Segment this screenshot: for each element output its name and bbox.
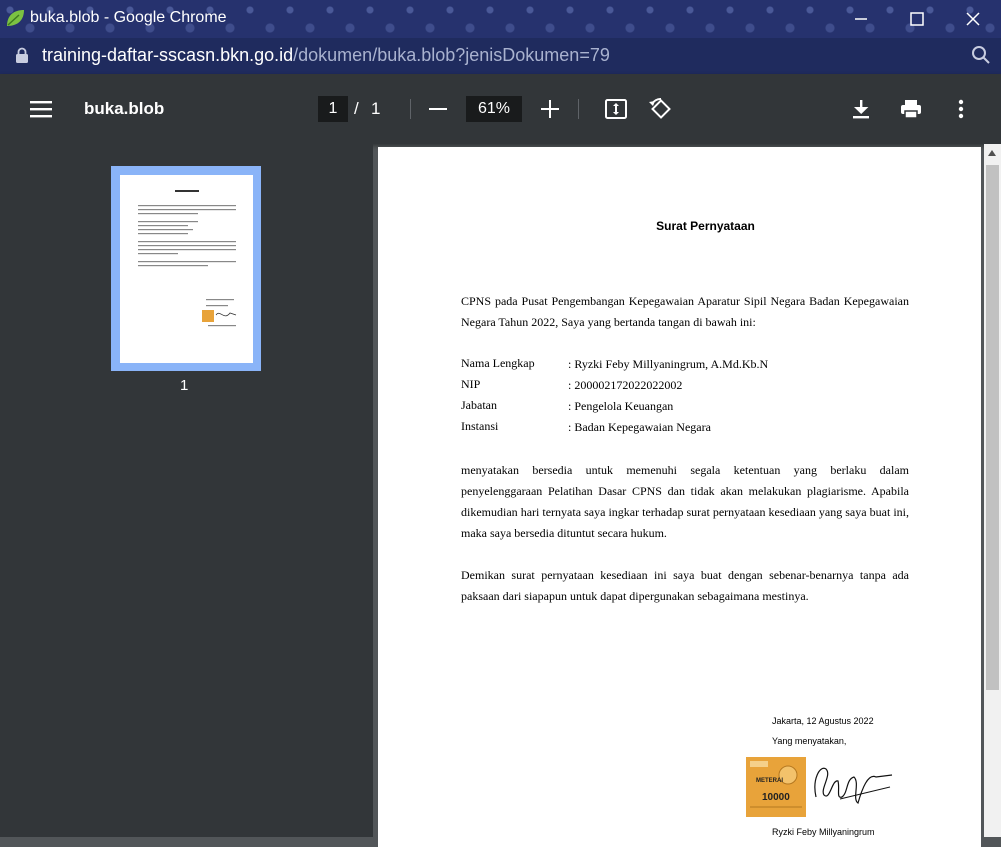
close-icon <box>966 12 980 26</box>
closing-paragraph: Demikan surat pernyataan kesediaan ini s… <box>461 568 909 603</box>
page-number-input[interactable]: 1 <box>318 96 348 122</box>
place-date: Jakarta, 12 Agustus 2022 <box>772 716 874 726</box>
zoom-out-icon[interactable] <box>429 108 447 110</box>
document-heading: Surat Pernyataan <box>656 219 755 233</box>
url-domain: training-daftar-sscasn.bkn.go.id <box>42 45 294 65</box>
field-value-name: : Ryzki Feby Millyaningrum, A.Md.Kb.N <box>568 357 769 371</box>
minimize-button[interactable] <box>833 0 889 38</box>
thumbnail-preview <box>138 190 237 327</box>
scroll-up-icon[interactable] <box>988 150 996 156</box>
field-label-name: Nama Lengkap <box>461 356 535 370</box>
print-icon[interactable] <box>900 99 922 119</box>
page-total: 1 <box>371 99 381 118</box>
lock-icon[interactable] <box>15 47 29 63</box>
document-title: buka.blob <box>84 99 165 118</box>
field-label-nip: NIP <box>461 377 481 391</box>
handwritten-signature <box>814 767 893 804</box>
toolbar-divider <box>578 99 579 119</box>
field-label-position: Jabatan <box>461 398 497 412</box>
page-separator: / <box>354 99 359 118</box>
close-button[interactable] <box>945 0 1001 38</box>
rotate-icon[interactable] <box>649 98 673 120</box>
fit-page-icon[interactable] <box>605 99 627 119</box>
signer-name: Ryzki Feby Millyaningrum <box>772 827 875 837</box>
menu-icon[interactable] <box>30 99 52 119</box>
window-title: buka.blob - Google Chrome <box>30 9 227 26</box>
maximize-icon <box>910 12 924 26</box>
intro-paragraph: CPNS pada Pusat Pengembangan Kepegawaian… <box>461 294 909 329</box>
materai-value: 10000 <box>762 792 790 803</box>
zoom-in-icon[interactable] <box>541 100 559 118</box>
toolbar-divider <box>410 99 411 119</box>
zoom-lens-icon[interactable] <box>971 45 991 65</box>
window-titlebar[interactable]: buka.blob - Google Chrome <box>0 0 1001 38</box>
scrollbar-thumb[interactable] <box>986 165 999 690</box>
maximize-button[interactable] <box>889 0 945 38</box>
body-paragraph: menyatakan bersedia untuk memenuhi segal… <box>461 463 909 540</box>
materai-stamp <box>746 757 806 817</box>
statement-label: Yang menyatakan, <box>772 736 847 746</box>
field-value-institution: : Badan Kepegawaian Negara <box>568 420 711 434</box>
minimize-icon <box>855 18 867 20</box>
page-thumbnail[interactable] <box>120 175 253 363</box>
field-value-nip: : 200002172022022002 <box>568 378 683 392</box>
zoom-level-input[interactable]: 61% <box>466 96 522 122</box>
field-value-position: : Pengelola Keuangan <box>568 399 674 413</box>
materai-label: METERAI <box>756 778 783 784</box>
url-text[interactable]: training-daftar-sscasn.bkn.go.id/dokumen… <box>42 45 610 66</box>
url-path: /dokumen/buka.blob?jenisDokumen=79 <box>293 45 610 65</box>
field-label-institution: Instansi <box>461 419 499 433</box>
download-icon[interactable] <box>851 99 871 119</box>
thumbnail-page-number: 1 <box>180 377 189 394</box>
more-options-icon[interactable] <box>958 99 964 119</box>
document-page: Surat Pernyataan CPNS pada Pusat Pengemb… <box>378 147 981 847</box>
app-leaf-icon <box>7 10 24 26</box>
materai-pattern <box>746 757 806 817</box>
